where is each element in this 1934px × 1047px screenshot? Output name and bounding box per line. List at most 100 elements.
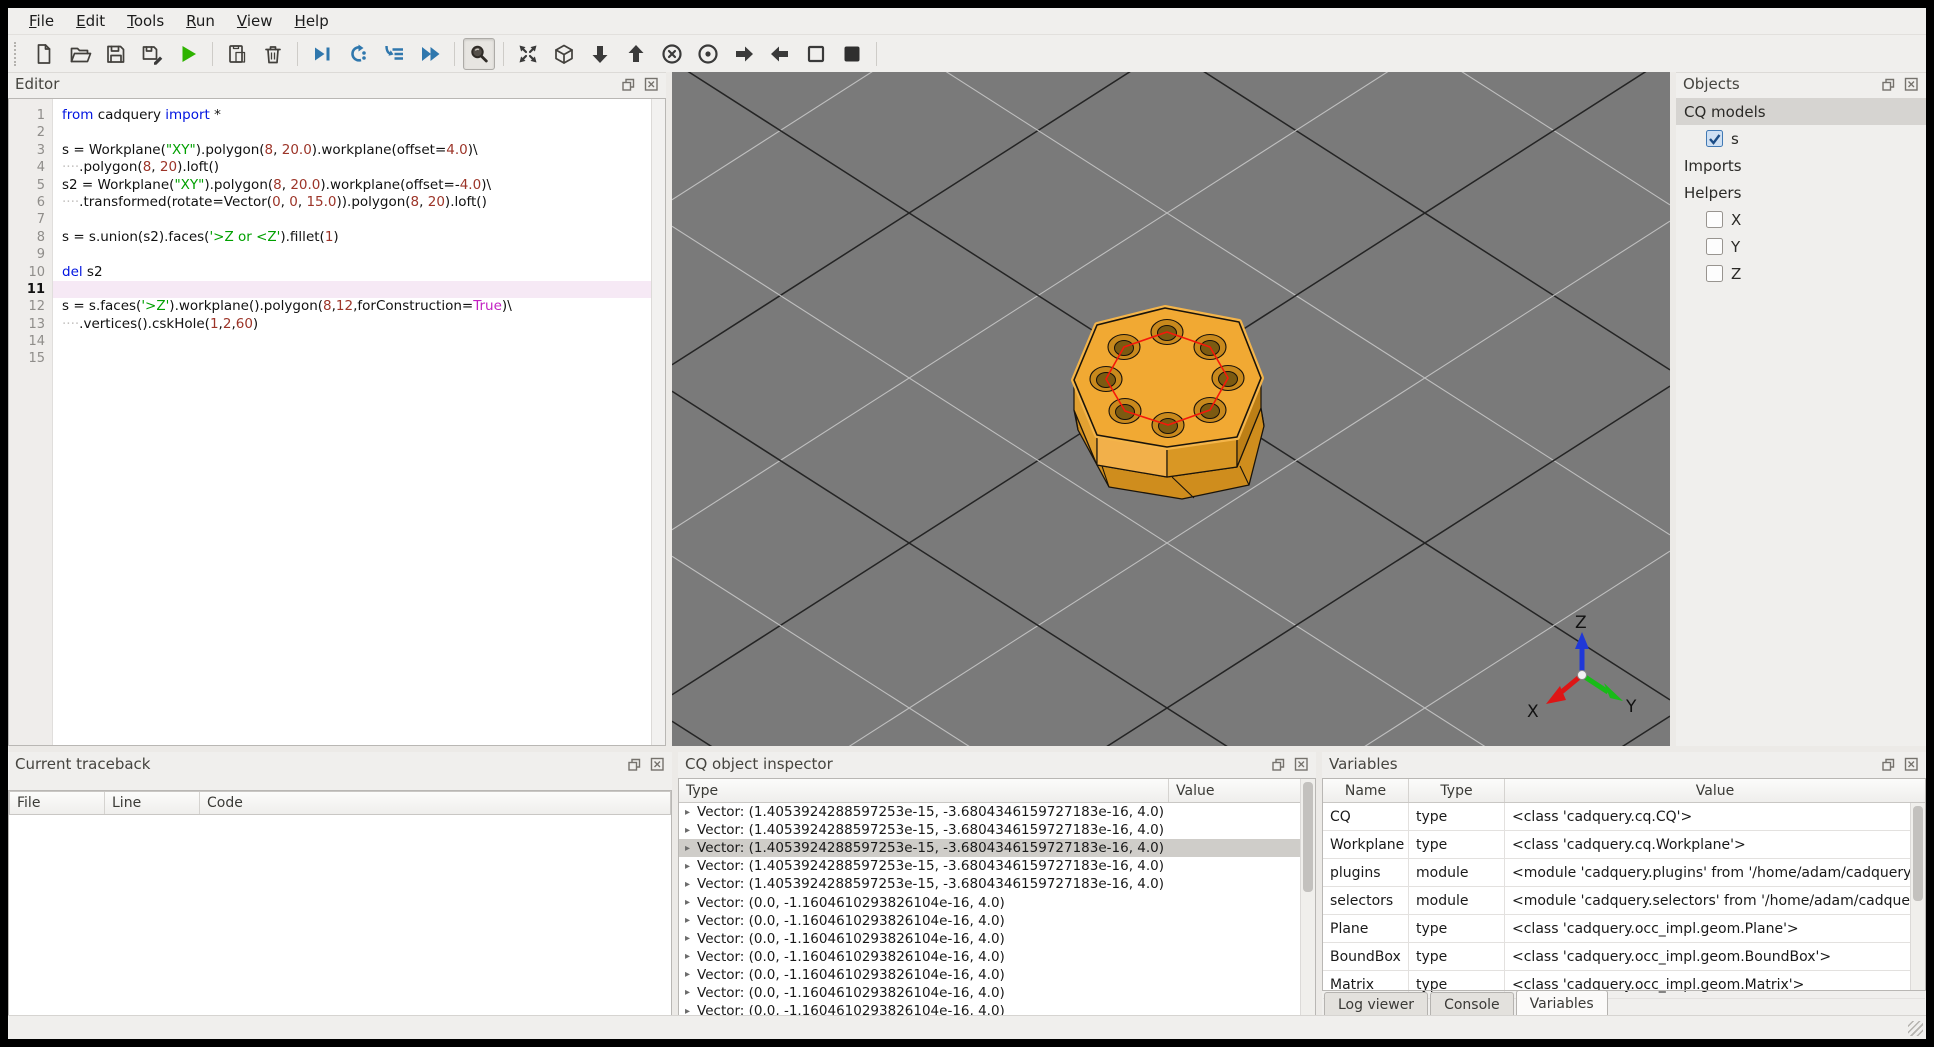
scrollbar-thumb[interactable] [1303,782,1313,892]
continue-icon[interactable] [414,38,446,70]
close-dock-icon[interactable] [1903,756,1919,772]
variable-row-workplane[interactable]: Workplane type <class 'cadquery.cq.Workpla… [1323,831,1925,859]
close-dock-icon[interactable] [643,76,659,92]
expand-arrow-icon[interactable]: ▸ [685,825,690,836]
tab-variables[interactable]: Variables [1515,990,1608,1016]
cad-model[interactable] [1071,305,1265,500]
step-into-icon[interactable] [378,38,410,70]
expand-arrow-icon[interactable]: ▸ [685,915,690,926]
zoom-icon[interactable] [463,37,495,70]
inspector-vscrollbar[interactable] [1300,779,1315,1015]
code-editor[interactable]: 1 2 3 4 5 6 7 8 9 10 11 12 13 14 15 from cadquery impo… [8,98,666,746]
close-dock-icon[interactable] [1903,76,1919,92]
column-header-file[interactable]: File [10,792,105,814]
menu-run[interactable]: Run [175,9,226,33]
iso-view-icon[interactable] [548,38,580,70]
code-line-1[interactable]: from cadquery import * [53,107,651,124]
float-dock-icon[interactable] [1880,76,1896,92]
inspector-row[interactable]: ▸ Vector: (0.0, -1.1604610293826104e-16, … [679,966,1315,984]
code-line-15[interactable] [53,350,651,367]
variable-row-plane[interactable]: Plane type <class 'cadquery.occ_impl.geom.… [1323,915,1925,943]
close-dock-icon[interactable] [649,756,665,772]
step-over-icon[interactable] [342,38,374,70]
float-dock-icon[interactable] [1880,756,1896,772]
inspector-row[interactable]: ▸ Vector: (0.0, -1.1604610293826104e-16, … [679,893,1315,911]
inspector-row[interactable]: ▸ Vector: (1.4053924288597253e-15, -3.680… [679,857,1315,875]
delete-icon[interactable] [257,38,289,70]
expand-arrow-icon[interactable]: ▸ [685,987,690,998]
column-header-type[interactable]: Type [1409,779,1505,802]
clipboard-icon[interactable] [221,38,253,70]
code-line-6[interactable]: ····.transformed(rotate=Vector(0, 0, 15.… [53,194,651,211]
code-area[interactable]: from cadquery import * s = Workplane("XY"… [53,99,651,745]
inspector-row[interactable]: ▸ Vector: (1.4053924288597253e-15, -3.680… [679,839,1315,858]
variable-row-cq[interactable]: CQ type <class 'cadquery.cq.CQ'> [1323,803,1925,831]
tab-log-viewer[interactable]: Log viewer [1324,992,1429,1016]
view-top-icon[interactable] [620,38,652,70]
view-bottom-icon[interactable] [584,38,616,70]
inspector-row[interactable]: ▸ Vector: (1.4053924288597253e-15, -3.680… [679,803,1315,821]
menu-tools[interactable]: Tools [116,9,175,33]
checkbox-unchecked-icon[interactable] [1706,238,1723,255]
expand-arrow-icon[interactable]: ▸ [685,897,690,908]
inspector-row[interactable]: ▸ Vector: (0.0, -1.1604610293826104e-16, … [679,948,1315,966]
tree-item-z[interactable]: Z [1676,260,1926,287]
resize-grip[interactable] [1908,1021,1923,1036]
new-file-icon[interactable] [28,38,60,70]
view-back-icon[interactable] [692,38,724,70]
variable-row-boundbox[interactable]: BoundBox type <class 'cadquery.occ_impl.ge… [1323,943,1925,971]
view-left-icon[interactable] [764,38,796,70]
fit-view-icon[interactable] [512,38,544,70]
column-header-value[interactable]: Value [1505,779,1925,802]
expand-arrow-icon[interactable]: ▸ [685,879,690,890]
viewport-3d[interactable]: Z X Y [671,8,1671,1039]
checkbox-checked-icon[interactable] [1706,130,1723,147]
code-line-7[interactable] [53,211,651,228]
scrollbar-thumb[interactable] [1913,806,1923,901]
code-line-13[interactable]: ····.vertices().cskHole(1,2,60) [53,316,651,333]
close-dock-icon[interactable] [1293,756,1309,772]
float-dock-icon[interactable] [1270,756,1286,772]
inspector-row[interactable]: ▸ Vector: (0.0, -1.1604610293826104e-16, … [679,984,1315,1002]
tab-console[interactable]: Console [1430,992,1514,1016]
code-line-10[interactable]: del s2 [53,264,651,281]
variable-row-selectors[interactable]: selectors module <module 'cadquery.selecto… [1323,887,1925,915]
save-as-icon[interactable] [136,38,168,70]
shaded-icon[interactable] [836,38,868,70]
checkbox-unchecked-icon[interactable] [1706,265,1723,282]
tree-item-imports[interactable]: Imports [1676,152,1926,179]
float-dock-icon[interactable] [626,756,642,772]
inspector-row[interactable]: ▸ Vector: (0.0, -1.1604610293826104e-16, … [679,1002,1315,1015]
wireframe-icon[interactable] [800,38,832,70]
code-line-5[interactable]: s2 = Workplane("XY").polygon(8, 20.0).wo… [53,177,651,194]
code-line-3[interactable]: s = Workplane("XY").polygon(8, 20.0).wor… [53,142,651,159]
column-header-value[interactable]: Value [1169,779,1315,802]
view-right-icon[interactable] [728,38,760,70]
tree-item-helpers[interactable]: Helpers [1676,179,1926,206]
editor-vscrollbar[interactable] [651,99,665,745]
save-icon[interactable] [100,38,132,70]
inspector-row[interactable]: ▸ Vector: (1.4053924288597253e-15, -3.680… [679,821,1315,839]
run-icon[interactable] [172,38,204,70]
checkbox-unchecked-icon[interactable] [1706,211,1723,228]
expand-arrow-icon[interactable]: ▸ [685,969,690,980]
inspector-row[interactable]: ▸ Vector: (0.0, -1.1604610293826104e-16, … [679,930,1315,948]
code-line-4[interactable]: ····.polygon(8, 20).loft() [53,159,651,176]
expand-arrow-icon[interactable]: ▸ [685,933,690,944]
view-front-icon[interactable] [656,38,688,70]
code-line-11[interactable] [53,280,651,299]
code-line-14[interactable] [53,333,651,350]
menu-view[interactable]: View [226,9,284,33]
menu-edit[interactable]: Edit [65,9,116,33]
code-line-8[interactable]: s = s.union(s2).faces('>Z or <Z').fillet… [53,229,651,246]
menu-file[interactable]: File [18,9,65,33]
tree-item-y[interactable]: Y [1676,233,1926,260]
tree-item-x[interactable]: X [1676,206,1926,233]
expand-arrow-icon[interactable]: ▸ [685,951,690,962]
tree-item-cq-models[interactable]: CQ models [1676,98,1926,125]
column-header-code[interactable]: Code [200,792,670,814]
toolbar-drag-handle[interactable] [14,41,22,66]
debug-run-icon[interactable] [306,38,338,70]
column-header-name[interactable]: Name [1323,779,1409,802]
open-file-icon[interactable] [64,38,96,70]
